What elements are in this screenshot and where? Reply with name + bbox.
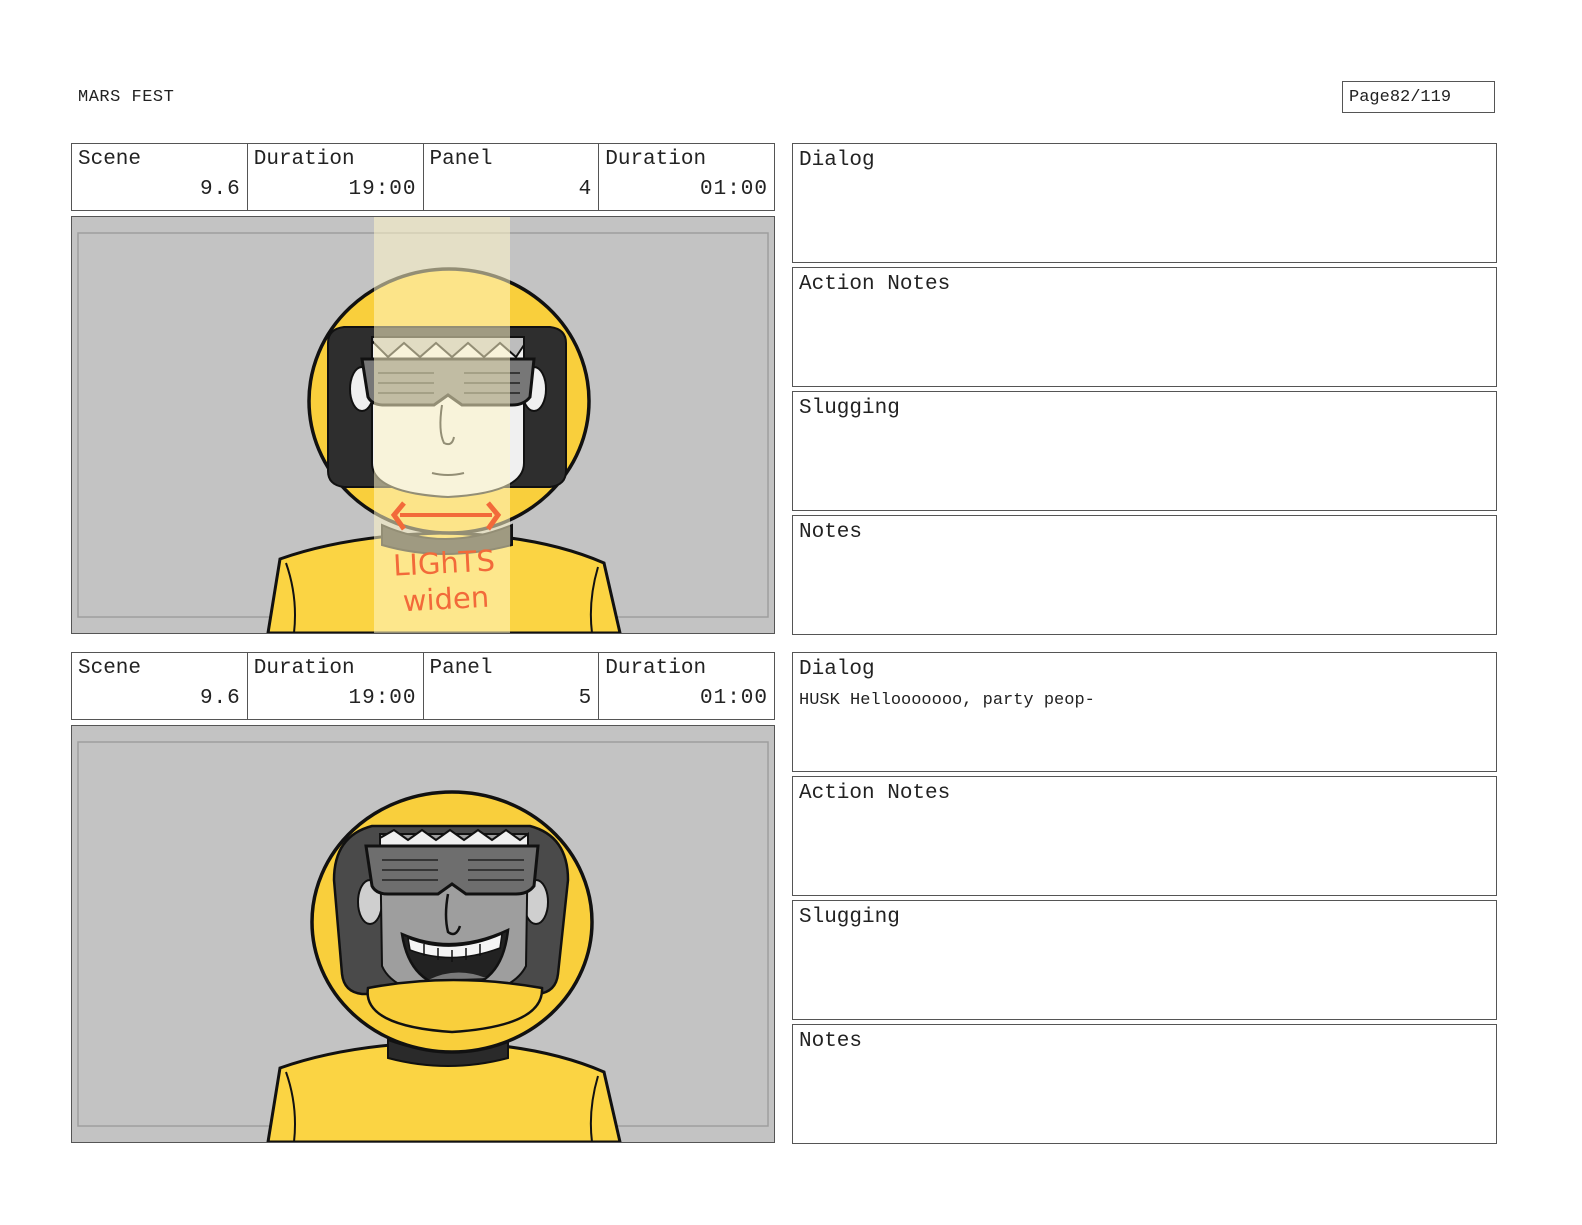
panel-label: Panel	[429, 148, 493, 171]
dialog-box[interactable]: Dialog	[792, 143, 1497, 263]
duration-label: Duration	[253, 657, 355, 680]
notes-label: Notes	[799, 1030, 863, 1053]
slugging-label: Slugging	[799, 906, 900, 929]
scene-value: 9.6	[199, 178, 241, 201]
dialog-label: Dialog	[799, 149, 875, 172]
notes-box[interactable]: Notes	[792, 515, 1497, 635]
panel-label: Panel	[429, 657, 493, 680]
slugging-label: Slugging	[799, 397, 900, 420]
storyboard-frame	[71, 725, 775, 1143]
scene-duration-cell: Duration 19:00	[248, 653, 424, 719]
action-notes-label: Action Notes	[799, 273, 951, 296]
scene-value: 9.6	[199, 687, 241, 710]
scene-cell: Scene 9.6	[72, 144, 248, 210]
notes-label: Notes	[799, 521, 863, 544]
action-notes-box[interactable]: Action Notes	[792, 267, 1497, 387]
dialog-label: Dialog	[799, 658, 875, 681]
page-number: 82/119	[1389, 87, 1452, 107]
duration-label: Duration	[253, 148, 355, 171]
panel-value: 4	[578, 178, 593, 201]
duration-label: Duration	[605, 657, 707, 680]
panel-value: 5	[578, 687, 593, 710]
panel-cell: Panel 5	[424, 653, 600, 719]
duration-label: Duration	[605, 148, 707, 171]
scene-cell: Scene 9.6	[72, 653, 248, 719]
panel-duration-cell: Duration 01:00	[599, 653, 774, 719]
sketch-annotation: LIGhTS widen	[392, 543, 496, 619]
scene-label: Scene	[78, 148, 142, 171]
panel-cell: Panel 4	[424, 144, 600, 210]
panel-duration-value: 01:00	[699, 687, 768, 710]
page-label: Page	[1349, 87, 1390, 107]
scene-duration-cell: Duration 19:00	[248, 144, 424, 210]
dialog-text: HUSK Hellooooooo, party peop-	[799, 691, 1095, 710]
sketch-astronaut-laughing	[72, 726, 774, 1142]
storyboard-frame: LIGhTS widen	[71, 216, 775, 634]
document-title: MARS FEST	[78, 88, 175, 107]
panel-header: Scene 9.6 Duration 19:00 Panel 5 Duratio…	[71, 652, 775, 720]
slugging-box[interactable]: Slugging	[792, 391, 1497, 511]
dialog-box[interactable]: Dialog HUSK Hellooooooo, party peop-	[792, 652, 1497, 772]
slugging-box[interactable]: Slugging	[792, 900, 1497, 1020]
action-notes-label: Action Notes	[799, 782, 951, 805]
panel-header: Scene 9.6 Duration 19:00 Panel 4 Duratio…	[71, 143, 775, 211]
action-notes-box[interactable]: Action Notes	[792, 776, 1497, 896]
notes-box[interactable]: Notes	[792, 1024, 1497, 1144]
panel-duration-value: 01:00	[699, 178, 768, 201]
page-indicator: Page 82/119	[1342, 81, 1495, 113]
scene-duration-value: 19:00	[348, 178, 417, 201]
scene-label: Scene	[78, 657, 142, 680]
scene-duration-value: 19:00	[348, 687, 417, 710]
panel-duration-cell: Duration 01:00	[599, 144, 774, 210]
